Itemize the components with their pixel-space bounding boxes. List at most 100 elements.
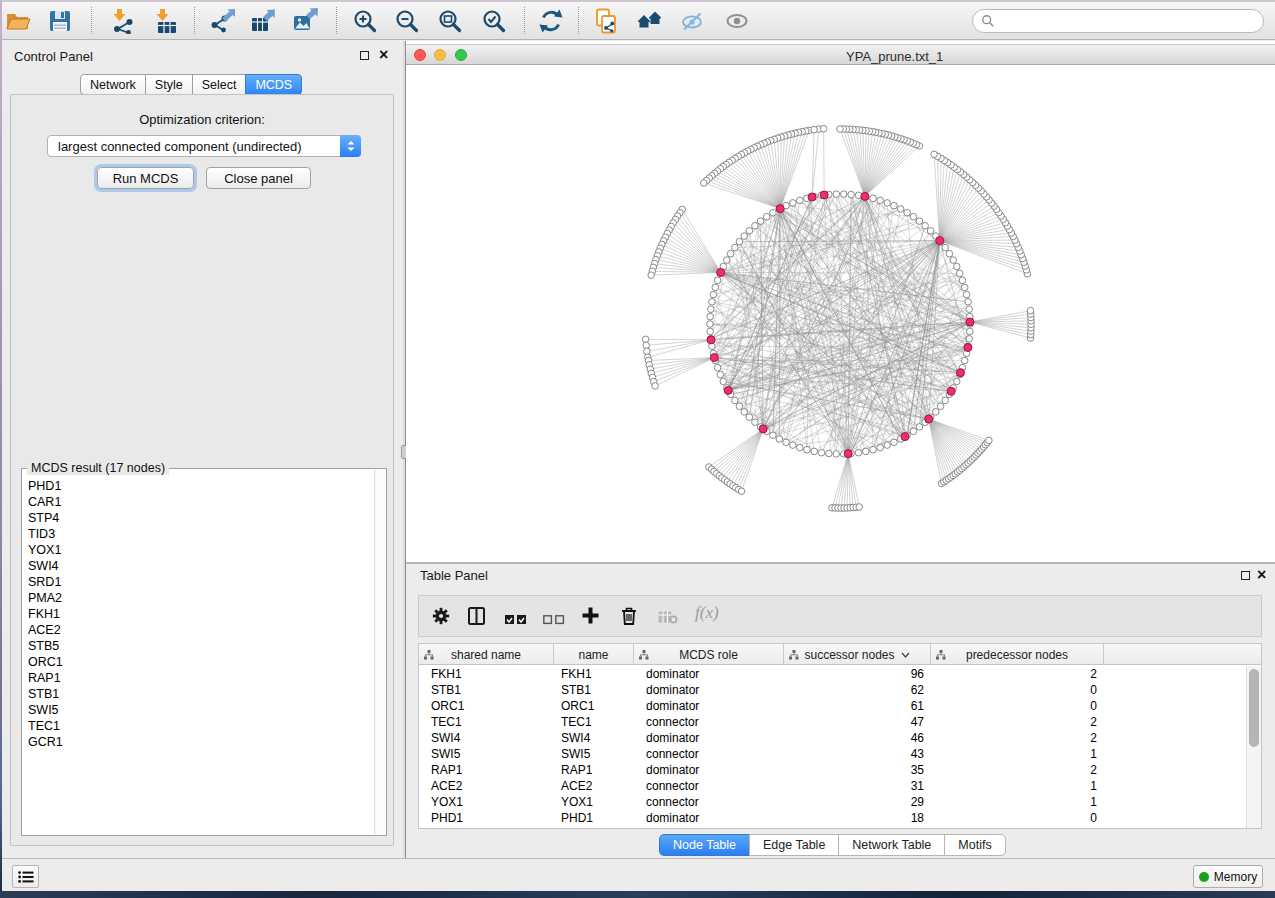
zoom-out-icon[interactable] (394, 8, 420, 34)
close-window-button[interactable] (414, 49, 426, 61)
deselect-all-icon[interactable] (543, 611, 565, 629)
table-row[interactable]: FKH1FKH1dominator962 (419, 666, 1246, 682)
import-table-icon[interactable] (152, 8, 178, 34)
open-file-icon[interactable] (5, 8, 31, 34)
search-input[interactable] (995, 14, 1263, 28)
mcds-result-item[interactable]: YOX1 (23, 542, 373, 558)
network-graph[interactable] (406, 65, 1275, 562)
table-cell: 0 (931, 699, 1104, 713)
table-body: FKH1FKH1dominator962STB1STB1dominator620… (419, 666, 1246, 828)
refresh-icon[interactable] (538, 8, 564, 34)
optimization-criterion-select[interactable]: largest connected component (undirected) (47, 135, 361, 157)
toolbar-separator (336, 7, 337, 34)
mcds-result-item[interactable]: TEC1 (23, 718, 373, 734)
table-cell: 43 (784, 747, 931, 761)
status-menu-button[interactable] (12, 865, 39, 888)
maximize-window-button[interactable] (455, 49, 467, 61)
mcds-result-item[interactable]: STB5 (23, 638, 373, 654)
table-row[interactable]: STB1STB1dominator620 (419, 682, 1246, 698)
toolbar-separator (578, 7, 579, 34)
control-tab-network[interactable]: Network (80, 74, 146, 95)
mcds-result-scrollbar[interactable] (374, 470, 385, 834)
mcds-result-item[interactable]: TID3 (23, 526, 373, 542)
delete-table-icon[interactable] (658, 610, 678, 628)
control-tab-mcds[interactable]: MCDS (245, 74, 302, 95)
table-row[interactable]: ORC1ORC1dominator610 (419, 698, 1246, 714)
status-bar: Memory (0, 858, 1275, 891)
zoom-in-icon[interactable] (352, 8, 378, 34)
function-builder-icon[interactable]: f(x) (695, 603, 719, 623)
close-table-panel-icon[interactable]: × (1257, 570, 1266, 580)
mcds-result-group: PHD1CAR1STP4TID3YOX1SWI4SRD1PMA2FKH1ACE2… (21, 468, 387, 836)
minimize-window-button[interactable] (434, 49, 446, 61)
memory-label: Memory (1214, 870, 1257, 884)
show-all-icon[interactable] (724, 8, 750, 34)
network-window-title: YPA_prune.txt_1 (846, 49, 943, 64)
memory-button[interactable]: Memory (1193, 865, 1263, 888)
gear-icon[interactable] (432, 607, 450, 629)
table-tab-motifs[interactable]: Motifs (944, 834, 1005, 856)
mcds-result-item[interactable]: PHD1 (23, 478, 373, 494)
mcds-result-item[interactable]: SWI4 (23, 558, 373, 574)
column-header-name[interactable]: name (554, 644, 634, 665)
table-cell: FKH1 (554, 667, 634, 681)
table-row[interactable]: ACE2ACE2connector311 (419, 778, 1246, 794)
hide-selected-icon[interactable] (680, 8, 706, 34)
table-tab-edge-table[interactable]: Edge Table (749, 834, 839, 856)
table-cell: 46 (784, 731, 931, 745)
control-panel-title: Control Panel (14, 49, 93, 64)
export-image-icon[interactable] (292, 8, 318, 34)
mcds-result-item[interactable]: STB1 (23, 686, 373, 702)
mcds-result-item[interactable]: PMA2 (23, 590, 373, 606)
mcds-result-item[interactable]: ORC1 (23, 654, 373, 670)
add-column-icon[interactable] (582, 607, 599, 628)
table-row[interactable]: PHD1PHD1dominator180 (419, 810, 1246, 826)
table-row[interactable]: SWI4SWI4dominator462 (419, 730, 1246, 746)
mcds-result-item[interactable]: RAP1 (23, 670, 373, 686)
table-toolbar: f(x) (418, 595, 1262, 637)
table-row[interactable]: YOX1YOX1connector291 (419, 794, 1246, 810)
network-window-titlebar[interactable]: YPA_prune.txt_1 (406, 44, 1275, 65)
column-header-predecessor-nodes[interactable]: predecessor nodes (931, 644, 1104, 665)
column-header-MCDS-role[interactable]: MCDS role (634, 644, 784, 665)
select-all-icon[interactable] (505, 611, 527, 629)
select-stepper-icon (340, 135, 361, 157)
mcds-result-item[interactable]: GCR1 (23, 734, 373, 750)
table-tab-network-table[interactable]: Network Table (838, 834, 945, 856)
mcds-result-item[interactable]: SWI5 (23, 702, 373, 718)
table-tab-node-table[interactable]: Node Table (659, 834, 750, 856)
export-table-icon[interactable] (250, 8, 276, 34)
zoom-selected-icon[interactable] (481, 8, 507, 34)
control-tab-style[interactable]: Style (145, 74, 193, 95)
save-icon[interactable] (47, 8, 73, 34)
control-tab-select[interactable]: Select (192, 74, 247, 95)
table-cell: SWI5 (419, 747, 554, 761)
float-table-panel-icon[interactable] (1241, 571, 1250, 580)
run-mcds-button[interactable]: Run MCDS (97, 167, 194, 189)
table-cell: ORC1 (554, 699, 634, 713)
split-view-icon[interactable] (468, 607, 485, 629)
first-neighbors-icon[interactable] (637, 8, 663, 34)
zoom-fit-icon[interactable] (437, 8, 463, 34)
table-row[interactable]: TEC1TEC1connector472 (419, 714, 1246, 730)
mcds-result-item[interactable]: ACE2 (23, 622, 373, 638)
import-network-icon[interactable] (109, 8, 135, 34)
close-panel-icon[interactable]: × (379, 50, 388, 60)
mcds-result-item[interactable]: SRD1 (23, 574, 373, 590)
table-row[interactable]: RAP1RAP1dominator352 (419, 762, 1246, 778)
mcds-result-item[interactable]: FKH1 (23, 606, 373, 622)
export-network-icon[interactable] (209, 8, 235, 34)
table-row[interactable]: SWI5SWI5connector431 (419, 746, 1246, 762)
column-header-successor-nodes[interactable]: successor nodes (784, 644, 931, 665)
table-scrollbar[interactable] (1246, 666, 1261, 828)
mcds-result-item[interactable]: STP4 (23, 510, 373, 526)
float-panel-icon[interactable] (360, 51, 369, 60)
close-panel-button[interactable]: Close panel (206, 167, 311, 189)
mcds-result-list[interactable]: PHD1CAR1STP4TID3YOX1SWI4SRD1PMA2FKH1ACE2… (23, 471, 373, 834)
new-network-from-selection-icon[interactable] (593, 8, 619, 34)
mcds-result-item[interactable]: CAR1 (23, 494, 373, 510)
column-header-shared-name[interactable]: shared name (419, 644, 554, 665)
search-box[interactable] (972, 9, 1264, 33)
delete-column-icon[interactable] (621, 607, 637, 629)
scrollbar-thumb[interactable] (1249, 669, 1259, 747)
